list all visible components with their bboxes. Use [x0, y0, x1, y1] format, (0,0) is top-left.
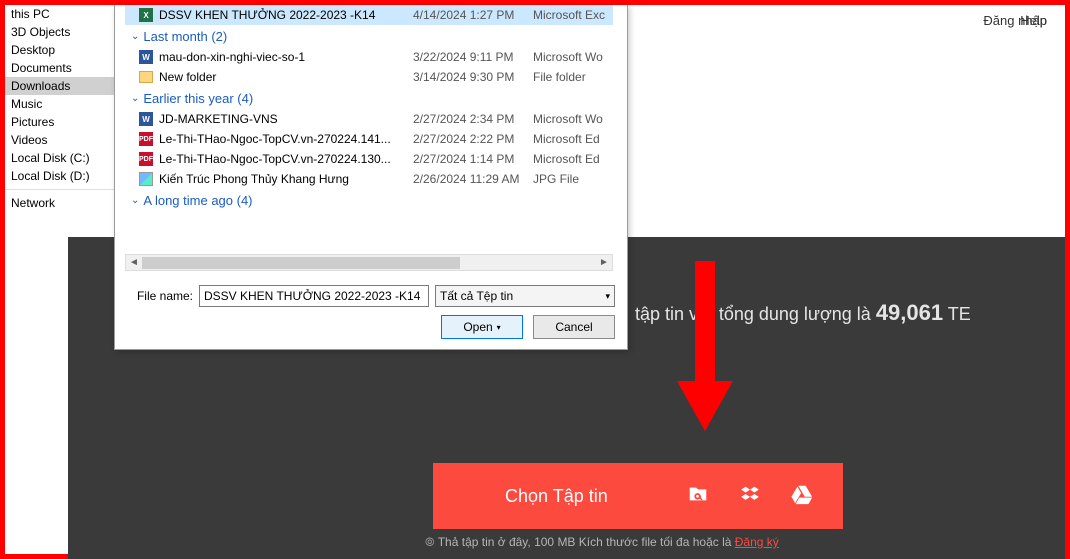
tree-node[interactable]: Network: [5, 194, 115, 212]
cancel-button[interactable]: Cancel: [533, 315, 615, 339]
file-name: Le-Thi-THao-Ngoc-TopCV.vn-270224.141...: [155, 132, 413, 146]
chevron-down-icon: ▾: [605, 291, 610, 302]
file-type: Microsoft Ed: [533, 152, 613, 166]
folder-search-icon[interactable]: [687, 483, 709, 510]
word-icon: W: [137, 50, 155, 64]
nav-tree: this PC3D ObjectsDesktopDocumentsDownloa…: [5, 5, 115, 212]
group-header[interactable]: ⌄ Earlier this year (4): [125, 87, 613, 109]
chevron-down-icon: ⌄: [131, 195, 139, 206]
scroll-left-icon[interactable]: ◄: [126, 257, 142, 268]
pdf-icon: PDF: [137, 152, 155, 166]
file-date: 2/27/2024 2:34 PM: [413, 112, 533, 126]
file-type: JPG File: [533, 172, 613, 186]
tree-node[interactable]: Desktop: [5, 41, 115, 59]
tree-node[interactable]: Documents: [5, 59, 115, 77]
file-date: 4/14/2024 1:27 PM: [413, 8, 533, 22]
jpg-icon: [137, 172, 155, 186]
file-row[interactable]: WJD-MARKETING-VNS2/27/2024 2:34 PMMicros…: [125, 109, 613, 129]
tree-node[interactable]: 3D Objects: [5, 23, 115, 41]
tree-node[interactable]: Local Disk (C:): [5, 149, 115, 167]
file-row[interactable]: Kiến Trúc Phong Thủy Khang Hưng2/26/2024…: [125, 169, 613, 189]
folder-icon: [137, 71, 155, 83]
word-icon: W: [137, 112, 155, 126]
file-name: DSSV KHEN THƯỞNG 2022-2023 -K14: [155, 8, 413, 22]
dropbox-icon[interactable]: [739, 483, 761, 510]
group-label: A long time ago (4): [143, 193, 252, 208]
file-name-input[interactable]: [199, 285, 429, 307]
file-name: JD-MARKETING-VNS: [155, 112, 413, 126]
stat-prefix: tập tin với tổng dung lượng là: [635, 304, 876, 324]
open-button-label: Open: [463, 320, 492, 334]
tree-node[interactable]: Local Disk (D:): [5, 167, 115, 185]
file-name: mau-don-xin-nghi-viec-so-1: [155, 50, 413, 64]
hint-text: Thả tập tin ở đây, 100 MB Kích thước fil…: [438, 535, 735, 549]
drop-hint: ⦾ Thả tập tin ở đây, 100 MB Kích thước f…: [425, 535, 779, 550]
stat-value: 49,061: [876, 300, 943, 325]
file-type: Microsoft Wo: [533, 112, 613, 126]
pdf-icon: PDF: [137, 132, 155, 146]
file-type: File folder: [533, 70, 613, 84]
choose-file-button[interactable]: Chọn Tập tin: [433, 463, 843, 529]
file-type: Microsoft Ed: [533, 132, 613, 146]
chevron-down-icon: ⌄: [131, 31, 139, 42]
file-row[interactable]: Wmau-don-xin-nghi-viec-so-13/22/2024 9:1…: [125, 47, 613, 67]
group-label: Earlier this year (4): [143, 91, 253, 106]
scroll-thumb[interactable]: [142, 257, 460, 269]
hint-register-link[interactable]: Đăng ký: [735, 535, 779, 549]
split-arrow-icon: ▾: [497, 323, 501, 332]
tree-node[interactable]: Pictures: [5, 113, 115, 131]
file-date: 3/14/2024 9:30 PM: [413, 70, 533, 84]
file-name-label: File name:: [127, 289, 193, 303]
annotation-arrow: [683, 261, 727, 441]
file-name: Le-Thi-THao-Ngoc-TopCV.vn-270224.130...: [155, 152, 413, 166]
scroll-right-icon[interactable]: ►: [596, 257, 612, 268]
file-row[interactable]: PDFLe-Thi-THao-Ngoc-TopCV.vn-270224.141.…: [125, 129, 613, 149]
file-date: 2/26/2024 11:29 AM: [413, 172, 533, 186]
file-date: 2/27/2024 1:14 PM: [413, 152, 533, 166]
choose-file-label: Chọn Tập tin: [433, 486, 687, 507]
open-button[interactable]: Open ▾: [441, 315, 523, 339]
tree-node[interactable]: Music: [5, 95, 115, 113]
file-open-dialog: XDSSV KHEN THƯỞNG 2022-2023 -K144/14/202…: [114, 5, 628, 350]
group-label: Last month (2): [143, 29, 227, 44]
google-drive-icon[interactable]: [791, 483, 813, 510]
excel-icon: X: [137, 8, 155, 22]
file-list: XDSSV KHEN THƯỞNG 2022-2023 -K144/14/202…: [125, 5, 613, 255]
tree-node[interactable]: Videos: [5, 131, 115, 149]
file-bar: File name: Tất cả Tệp tin ▾ Open ▾ Cance…: [115, 279, 627, 349]
file-name: Kiến Trúc Phong Thủy Khang Hưng: [155, 172, 413, 186]
file-type-select[interactable]: Tất cả Tệp tin ▾: [435, 285, 615, 307]
file-date: 2/27/2024 2:22 PM: [413, 132, 533, 146]
file-row[interactable]: New folder3/14/2024 9:30 PMFile folder: [125, 67, 613, 87]
file-row[interactable]: XDSSV KHEN THƯỞNG 2022-2023 -K144/14/202…: [125, 5, 613, 25]
chevron-down-icon: ⌄: [131, 93, 139, 104]
file-name: New folder: [155, 70, 413, 84]
stat-suffix: TE: [943, 304, 971, 324]
tree-node[interactable]: this PC: [5, 5, 115, 23]
file-type: Microsoft Exc: [533, 8, 613, 22]
file-row[interactable]: PDFLe-Thi-THao-Ngoc-TopCV.vn-270224.130.…: [125, 149, 613, 169]
file-date: 3/22/2024 9:11 PM: [413, 50, 533, 64]
tree-node[interactable]: Downloads: [5, 77, 115, 95]
file-type-value: Tất cả Tệp tin: [440, 289, 513, 303]
group-header[interactable]: ⌄ A long time ago (4): [125, 189, 613, 211]
horizontal-scrollbar[interactable]: ◄ ►: [125, 254, 613, 271]
group-header[interactable]: ⌄ Last month (2): [125, 25, 613, 47]
login-link[interactable]: Đăng nhập: [983, 5, 1065, 35]
file-type: Microsoft Wo: [533, 50, 613, 64]
